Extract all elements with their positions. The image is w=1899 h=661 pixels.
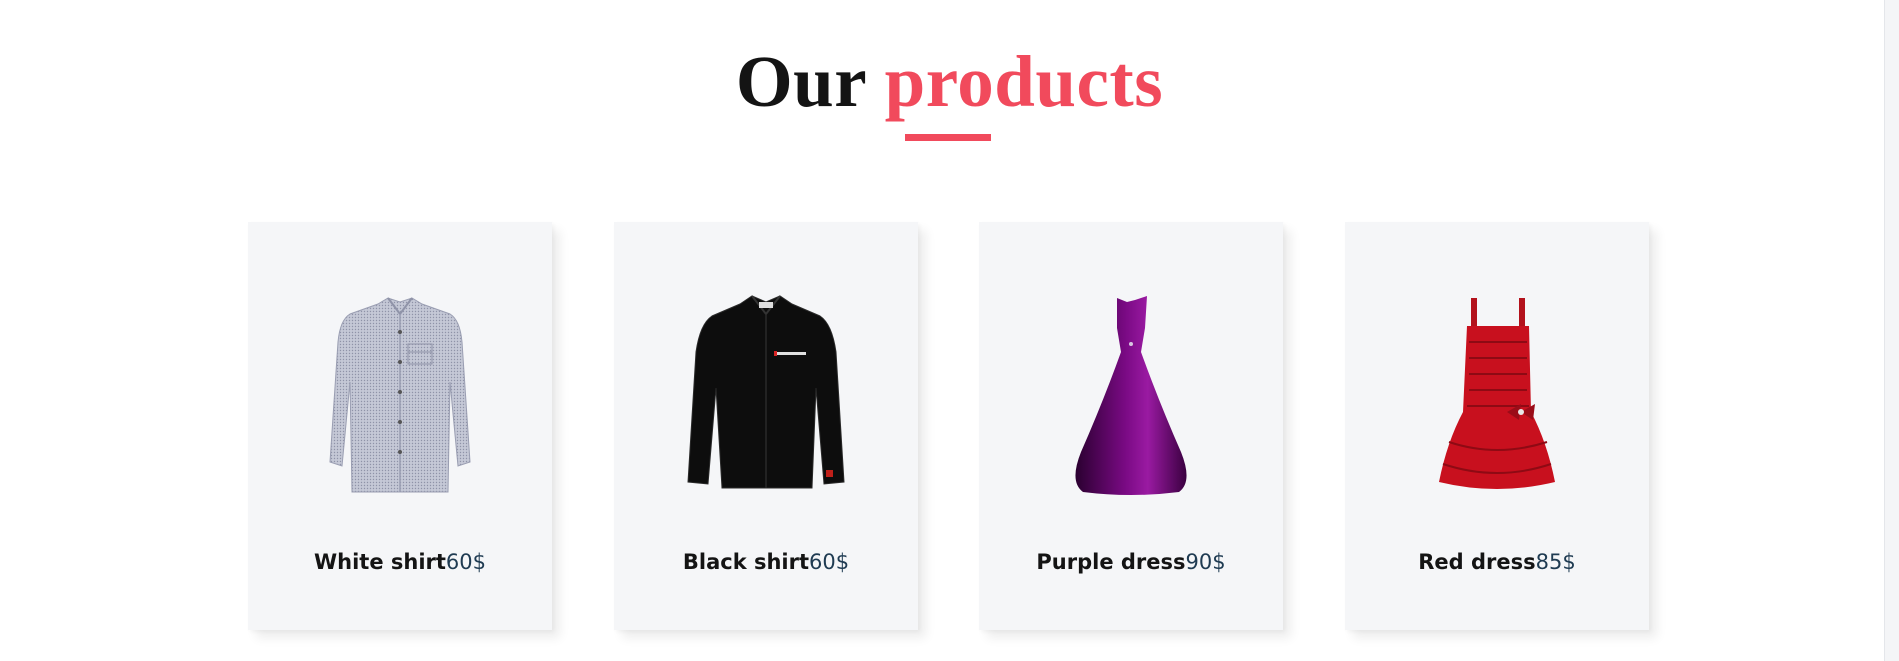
product-card-white-shirt[interactable]: White shirt60$ (248, 222, 552, 630)
product-price: 60$ (445, 550, 487, 574)
product-name: Black shirt (682, 550, 810, 574)
product-caption: Red dress85$ (1345, 548, 1649, 576)
product-caption: Black shirt60$ (614, 548, 918, 576)
product-caption: White shirt60$ (248, 548, 552, 576)
product-name: White shirt (313, 550, 446, 574)
product-card-purple-dress[interactable]: Purple dress90$ (979, 222, 1283, 630)
section-title: Our products (0, 40, 1899, 124)
product-name: Red dress (1418, 550, 1536, 574)
purple-dress-image (1075, 296, 1187, 495)
title-underline (905, 134, 991, 141)
product-card-red-dress[interactable]: Red dress85$ (1345, 222, 1649, 630)
product-price: 85$ (1535, 550, 1576, 574)
black-shirt-image (687, 295, 845, 489)
section-title-word-1: Our (735, 41, 866, 122)
product-name: Purple dress (1036, 550, 1186, 574)
product-price: 90$ (1185, 550, 1226, 574)
section-title-word-2: products (884, 41, 1164, 122)
product-price: 60$ (809, 550, 850, 574)
product-caption: Purple dress90$ (979, 548, 1283, 576)
red-dress-image (1439, 298, 1555, 489)
product-card-black-shirt[interactable]: Black shirt60$ (614, 222, 918, 630)
white-shirt-image (329, 297, 471, 493)
